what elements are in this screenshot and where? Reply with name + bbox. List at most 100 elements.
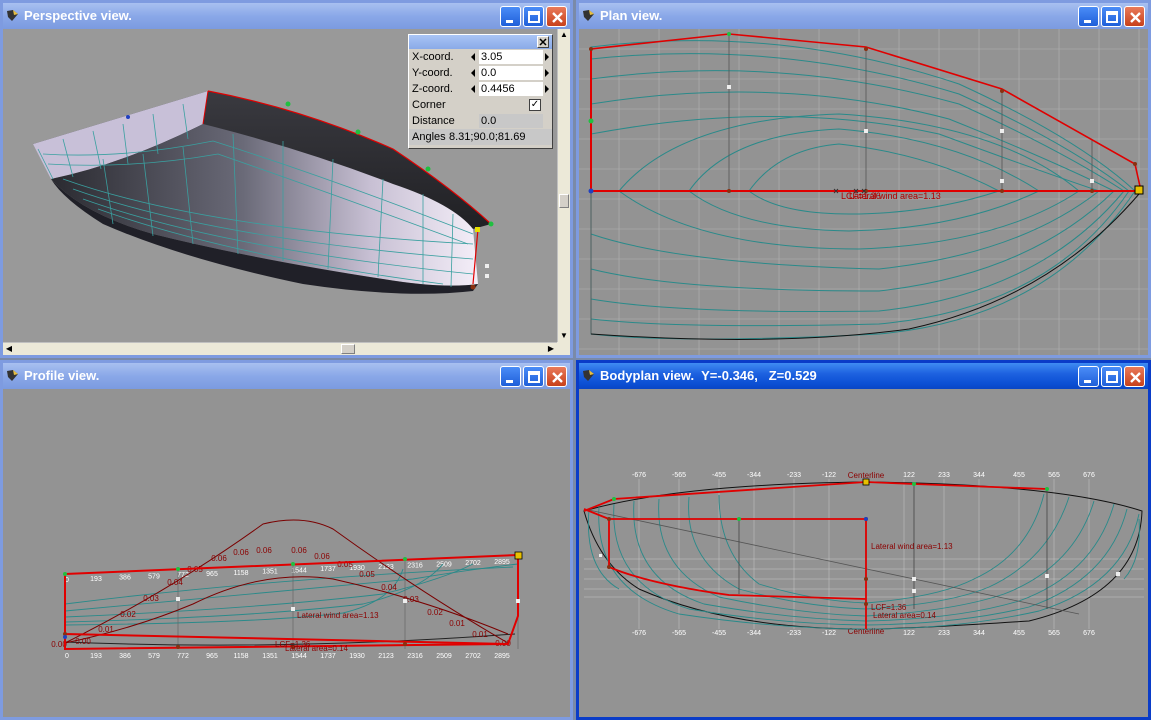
perspective-viewport[interactable]: X-coord. 3.05 Y-coord. 0.0 Z-coord. 0.44… [3, 29, 570, 355]
profile-viewport[interactable]: 0 193 386 579 772 965 1158 1351 1544 1737 1930 2123… [3, 389, 570, 717]
decrement-icon[interactable] [471, 69, 475, 77]
y-coord-label: Y-coord. [412, 67, 453, 79]
plan-drawing: LCF=1.36 Lateral wind area=1.13 [579, 29, 1148, 355]
z-coord-input[interactable]: 0.4456 [479, 82, 543, 96]
bodyplan-tick-label: 676 [1083, 630, 1095, 637]
bodyplan-tick-label: 455 [1013, 630, 1025, 637]
bodyplan-viewport[interactable]: -676 -565 -455 -344 -233 -122 Centerline 122 233… [579, 389, 1148, 717]
distance-value: 0.0 [479, 114, 543, 128]
close-button[interactable] [1124, 6, 1145, 27]
x-coord-input[interactable]: 3.05 [479, 50, 543, 64]
minimize-button[interactable] [500, 6, 521, 27]
scroll-down-icon[interactable]: ▼ [558, 330, 570, 342]
profile-tick-label: 772 [177, 653, 189, 660]
profile-tick-label: 1544 [291, 653, 307, 660]
profile-tick-label: 2509 [436, 561, 452, 568]
profile-tick-label: 2509 [436, 653, 452, 660]
bodyplan-tick-label: -455 [712, 472, 726, 479]
bodyplan-tick-label: -565 [672, 472, 686, 479]
perspective-window[interactable]: Perspective view. X-coord. 3.05 Y-coord.… [0, 0, 573, 358]
x-coord-row: X-coord. 3.05 [409, 49, 552, 65]
bodyplan-tick-label: -233 [787, 630, 801, 637]
coordinates-panel[interactable]: X-coord. 3.05 Y-coord. 0.0 Z-coord. 0.44… [408, 34, 553, 149]
minimize-button[interactable] [1078, 6, 1099, 27]
bodyplan-tick-label: 344 [973, 472, 985, 479]
profile-tick-label: 193 [90, 653, 102, 660]
bodyplan-tick-label: 233 [938, 472, 950, 479]
bodyplan-tick-label: -455 [712, 630, 726, 637]
profile-tick-label: 386 [119, 575, 131, 582]
angles-value: 8.31;90.0;81.69 [449, 131, 526, 143]
bodyplan-window[interactable]: Bodyplan view. Y=-0.346, Z=0.529 -676 -56… [576, 360, 1151, 720]
scroll-thumb[interactable] [341, 344, 355, 354]
close-button[interactable] [1124, 366, 1145, 387]
plan-titlebar[interactable]: Plan view. [579, 3, 1148, 29]
angles-row: Angles 8.31;90.0;81.69 [409, 129, 552, 145]
increment-icon[interactable] [545, 85, 549, 93]
profile-lateral-area-label: Lateral area=0.14 [285, 644, 348, 653]
profile-tick-label: 1158 [233, 653, 248, 660]
curve-value-label: 0.06 [211, 554, 227, 563]
angles-label: Angles [412, 131, 446, 143]
scroll-corner [557, 342, 570, 355]
profile-tick-label: 1351 [262, 569, 278, 576]
corner-label: Corner [412, 99, 446, 111]
decrement-icon[interactable] [471, 85, 475, 93]
maximize-button[interactable] [523, 6, 544, 27]
app-icon [7, 10, 18, 21]
bodyplan-tick-label: -676 [632, 630, 646, 637]
profile-tick-label: 386 [119, 653, 131, 660]
bodyplan-tick-label: 233 [938, 630, 950, 637]
profile-tick-label: 2123 [378, 653, 394, 660]
app-icon [583, 370, 594, 381]
curve-value-label: 0.04 [167, 578, 183, 587]
profile-tick-label: 1737 [320, 566, 336, 573]
bodyplan-tick-label: -122 [822, 630, 836, 637]
curve-value-label: 0.01 [98, 625, 114, 634]
profile-tick-label: 0 [65, 653, 69, 660]
minimize-button[interactable] [1078, 366, 1099, 387]
profile-tick-label: 965 [206, 653, 218, 660]
increment-icon[interactable] [545, 53, 549, 61]
profile-window[interactable]: Profile view. 0 193 386 579 772 965 1158 1351 15… [0, 360, 573, 720]
bodyplan-tick-label: -344 [747, 472, 761, 479]
maximize-button[interactable] [1101, 366, 1122, 387]
scroll-up-icon[interactable]: ▲ [558, 29, 570, 41]
bodyplan-lateral-area-label: Lateral area=0.14 [873, 611, 936, 620]
bodyplan-tick-label: 122 [903, 472, 915, 479]
bodyplan-titlebar[interactable]: Bodyplan view. Y=-0.346, Z=0.529 [579, 363, 1148, 389]
close-button[interactable] [546, 6, 567, 27]
curve-value-label: 0.06 [291, 546, 307, 555]
perspective-titlebar[interactable]: Perspective view. [3, 3, 570, 29]
horizontal-scrollbar[interactable]: ◀ ▶ [3, 342, 557, 355]
close-button[interactable] [546, 366, 567, 387]
app-icon [7, 370, 18, 381]
profile-titlebar[interactable]: Profile view. [3, 363, 570, 389]
minimize-button[interactable] [500, 366, 521, 387]
close-icon[interactable] [537, 36, 549, 48]
increment-icon[interactable] [545, 69, 549, 77]
scroll-left-icon[interactable]: ◀ [3, 343, 15, 355]
scroll-right-icon[interactable]: ▶ [545, 343, 557, 355]
corner-checkbox[interactable]: ✓ [529, 99, 541, 111]
decrement-icon[interactable] [471, 53, 475, 61]
plan-window[interactable]: Plan view. LCF=1.36 Lateral wind area=1.… [576, 0, 1151, 358]
scroll-thumb[interactable] [559, 194, 569, 208]
coordinates-panel-header[interactable] [409, 35, 552, 49]
corner-row: Corner ✓ [409, 97, 552, 113]
bodyplan-tick-label: -122 [822, 472, 836, 479]
y-coord-input[interactable]: 0.0 [479, 66, 543, 80]
x-coord-label: X-coord. [412, 51, 454, 63]
plan-viewport[interactable]: LCF=1.36 Lateral wind area=1.13 [579, 29, 1148, 355]
bodyplan-title: Bodyplan view. Y=-0.346, Z=0.529 [600, 368, 817, 383]
profile-tick-label: 579 [148, 573, 160, 580]
maximize-button[interactable] [1101, 6, 1122, 27]
app-icon [583, 10, 594, 21]
curve-value-label: 0.06 [256, 546, 272, 555]
curve-value-label: 0.06 [233, 548, 249, 557]
curve-value-label: 0.02 [427, 608, 443, 617]
bodyplan-tick-label: 565 [1048, 630, 1060, 637]
maximize-button[interactable] [523, 366, 544, 387]
curve-value-label: 0.02 [120, 610, 136, 619]
vertical-scrollbar[interactable]: ▲ ▼ [557, 29, 570, 342]
